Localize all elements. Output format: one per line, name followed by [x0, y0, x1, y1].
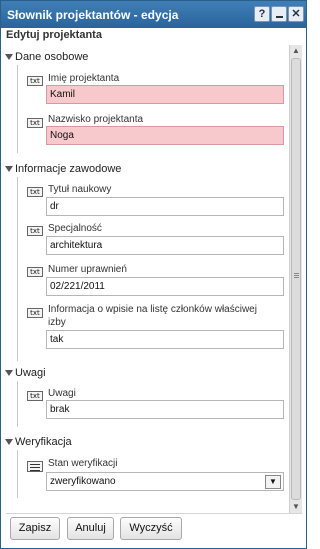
collapse-triangle-icon[interactable] — [5, 439, 13, 445]
section-professional-toggle[interactable]: Informacje zawodowe — [5, 163, 122, 177]
degree-label: Tytuł naukowy — [48, 184, 112, 195]
title-bar[interactable]: Słownik projektantów - edycja ? ✕ — [1, 1, 306, 28]
section-notes-title: Uwagi — [15, 367, 46, 379]
specialty-label: Specjalność — [48, 223, 102, 234]
collapse-triangle-icon[interactable] — [5, 166, 13, 172]
scroll-thumb[interactable] — [291, 58, 301, 500]
window-title: Słownik projektantów - edycja — [7, 8, 179, 22]
section-personal-toggle[interactable]: Dane osobowe — [5, 51, 89, 65]
section-personal-line — [17, 65, 18, 153]
notes-field[interactable]: brak — [46, 400, 284, 419]
footer-separator — [6, 513, 302, 514]
cancel-button[interactable]: Anuluj — [67, 517, 114, 540]
minimize-icon[interactable] — [271, 6, 287, 22]
license-label: Numer uprawnień — [48, 264, 127, 275]
verification-status-select[interactable]: zweryfikowano ▼ — [46, 472, 284, 491]
verification-status-label: Stan weryfikacji — [48, 458, 118, 469]
clear-button[interactable]: Wyczyść — [120, 517, 182, 540]
save-button[interactable]: Zapisz — [10, 517, 60, 540]
chevron-down-icon[interactable]: ▼ — [265, 475, 281, 489]
last-name-label: Nazwisko projektanta — [48, 114, 144, 125]
chamber-label-line2: izby — [48, 317, 66, 328]
collapse-triangle-icon[interactable] — [5, 370, 13, 376]
list-icon — [27, 461, 43, 472]
first-name-label: Imię projektanta — [48, 73, 120, 84]
txt-icon: txt — [27, 118, 43, 128]
txt-icon: txt — [27, 267, 43, 277]
first-name-field[interactable]: Kamil — [46, 85, 284, 104]
grip-icon — [294, 273, 299, 274]
chamber-field[interactable]: tak — [46, 330, 284, 349]
section-notes-toggle[interactable]: Uwagi — [5, 367, 46, 381]
section-personal-title: Dane osobowe — [15, 51, 89, 63]
notes-label: Uwagi — [48, 388, 76, 399]
specialty-field[interactable]: architektura — [46, 236, 284, 255]
section-notes-line — [17, 381, 18, 427]
help-icon[interactable]: ? — [254, 6, 270, 22]
txt-icon: txt — [27, 308, 43, 318]
section-professional-title: Informacje zawodowe — [15, 163, 122, 175]
txt-icon: txt — [27, 76, 43, 86]
txt-icon: txt — [27, 391, 43, 401]
chamber-label-line1: Informacja o wpisie na listę członków wł… — [48, 304, 257, 315]
last-name-field[interactable]: Noga — [46, 126, 284, 145]
license-field[interactable]: 02/221/2011 — [46, 277, 284, 296]
scroll-up-icon[interactable]: ▲ — [290, 45, 302, 57]
section-professional-line — [17, 177, 18, 361]
degree-field[interactable]: dr — [46, 197, 284, 216]
section-verification-title: Weryfikacja — [15, 436, 72, 448]
scroll-down-icon[interactable]: ▼ — [290, 501, 302, 513]
collapse-triangle-icon[interactable] — [5, 54, 13, 60]
vertical-scrollbar[interactable]: ▲ ▼ — [289, 45, 302, 513]
form-header: Edytuj projektanta — [6, 29, 102, 41]
txt-icon: txt — [27, 226, 43, 236]
section-verification-line — [17, 450, 18, 498]
close-icon[interactable]: ✕ — [288, 6, 304, 22]
dialog-window: Słownik projektantów - edycja ? ✕ Edytuj… — [0, 0, 307, 549]
txt-icon: txt — [27, 187, 43, 197]
verification-status-value: zweryfikowano — [50, 476, 116, 487]
section-verification-toggle[interactable]: Weryfikacja — [5, 436, 72, 450]
